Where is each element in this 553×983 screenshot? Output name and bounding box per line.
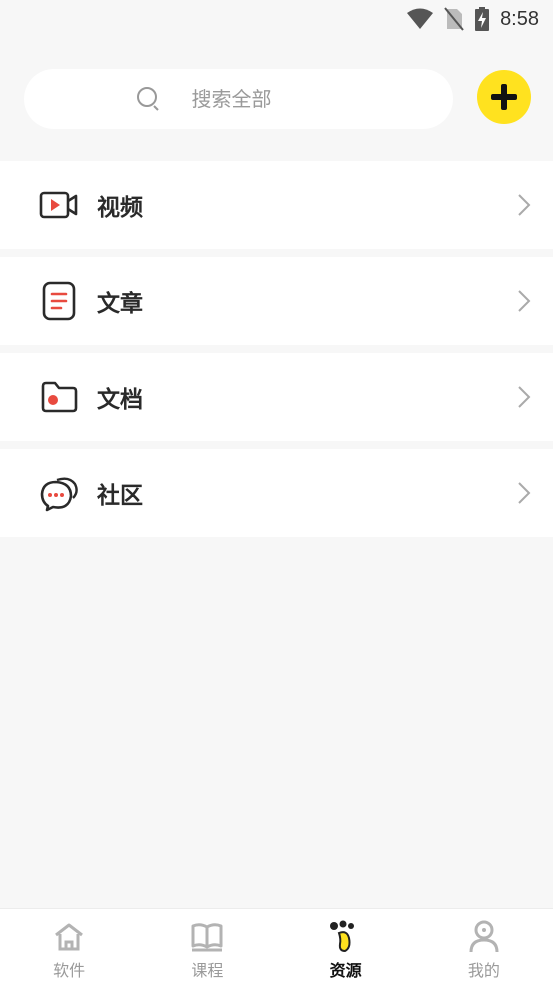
menu-item-label: 视频 bbox=[97, 195, 143, 221]
plus-icon bbox=[491, 84, 517, 110]
menu-item-label: 文档 bbox=[97, 387, 143, 413]
resource-menu-list: 视频 文章 文档 社区 bbox=[0, 161, 553, 545]
tab-software[interactable]: 软件 bbox=[0, 909, 138, 983]
tab-label: 我的 bbox=[467, 961, 500, 980]
folder-icon bbox=[39, 377, 79, 417]
person-icon bbox=[466, 919, 502, 955]
house-icon bbox=[51, 919, 87, 955]
video-camera-icon bbox=[39, 185, 79, 225]
battery-charging-icon bbox=[475, 7, 490, 31]
screen: 8:58 视频 bbox=[0, 0, 553, 983]
tab-resources[interactable]: 资源 bbox=[277, 909, 415, 983]
no-sim-icon bbox=[444, 7, 464, 31]
status-time: 8:58 bbox=[500, 7, 539, 30]
search-box[interactable] bbox=[24, 69, 453, 129]
tab-label: 资源 bbox=[329, 961, 362, 980]
menu-item-label: 社区 bbox=[97, 483, 143, 509]
menu-item-label: 文章 bbox=[97, 291, 143, 317]
search-icon bbox=[136, 87, 159, 111]
search-input[interactable] bbox=[191, 87, 302, 111]
chevron-right-icon bbox=[518, 482, 531, 504]
tab-label: 软件 bbox=[53, 961, 86, 980]
tab-profile[interactable]: 我的 bbox=[415, 909, 553, 983]
menu-item-community[interactable]: 社区 bbox=[0, 449, 553, 537]
menu-item-video[interactable]: 视频 bbox=[0, 161, 553, 249]
chevron-right-icon bbox=[518, 194, 531, 216]
paw-icon bbox=[328, 919, 364, 955]
chat-bubble-icon bbox=[39, 473, 79, 513]
add-button[interactable] bbox=[477, 70, 531, 124]
tab-courses[interactable]: 课程 bbox=[138, 909, 276, 983]
menu-item-article[interactable]: 文章 bbox=[0, 257, 553, 345]
article-icon bbox=[39, 281, 79, 321]
status-bar: 8:58 bbox=[0, 0, 553, 38]
tab-label: 课程 bbox=[191, 961, 224, 980]
search-row bbox=[24, 68, 531, 130]
chevron-right-icon bbox=[518, 290, 531, 312]
wifi-icon bbox=[407, 8, 434, 29]
open-book-icon bbox=[189, 919, 225, 955]
menu-item-document[interactable]: 文档 bbox=[0, 353, 553, 441]
bottom-nav: 软件 课程 资源 我的 bbox=[0, 908, 553, 983]
chevron-right-icon bbox=[518, 386, 531, 408]
